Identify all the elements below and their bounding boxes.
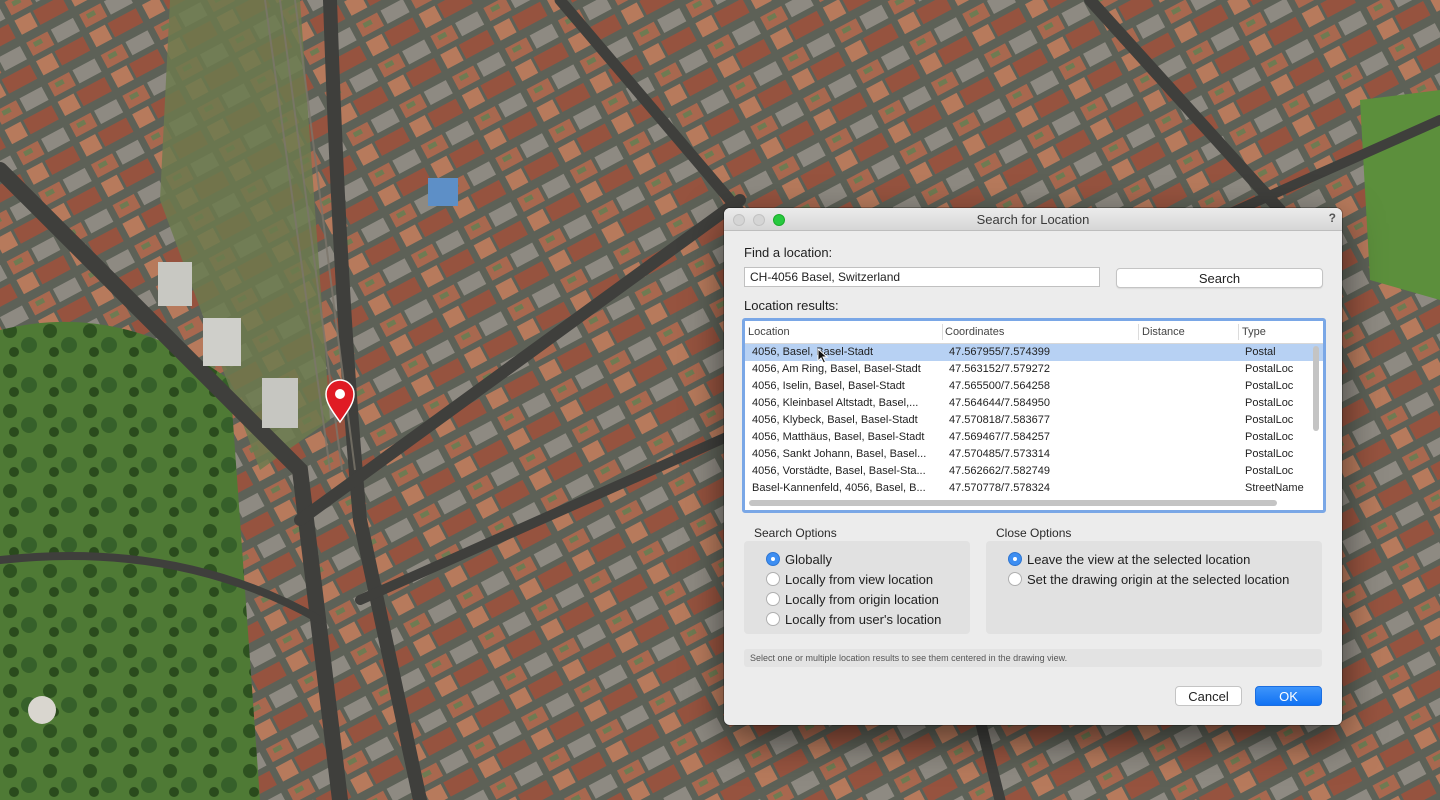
table-row[interactable]: 4056, Iselin, Basel, Basel-Stadt 47.56550… [745, 378, 1323, 395]
cell-coordinates: 47.562662/7.582749 [949, 465, 1050, 477]
cell-location: 4056, Iselin, Basel, Basel-Stadt [752, 380, 905, 392]
dialog-title: Search for Location [976, 212, 1090, 227]
cell-coordinates: 47.564644/7.584950 [949, 397, 1050, 409]
cell-coordinates: 47.563152/7.579272 [949, 363, 1050, 375]
search-options-title: Search Options [754, 526, 837, 540]
radio-indicator[interactable] [766, 612, 780, 626]
search-for-location-dialog: Search for Location ? Find a location: S… [724, 208, 1342, 725]
cell-coordinates: 47.570778/7.578324 [949, 482, 1050, 494]
location-results-label: Location results: [744, 298, 839, 313]
table-row[interactable]: 4056, Sankt Johann, Basel, Basel... 47.57… [745, 446, 1323, 463]
cell-type: Postal [1245, 346, 1276, 358]
cell-coordinates: 47.569467/7.584257 [949, 431, 1050, 443]
help-icon[interactable]: ? [1329, 211, 1336, 225]
radio-indicator[interactable] [766, 592, 780, 606]
radio-indicator[interactable] [766, 552, 780, 566]
cancel-button[interactable]: Cancel [1175, 686, 1242, 706]
horizontal-scrollbar[interactable] [749, 500, 1277, 506]
location-search-input[interactable] [744, 267, 1100, 287]
close-options-title: Close Options [996, 526, 1072, 540]
option-label: Locally from origin location [785, 592, 939, 607]
hint-text: Select one or multiple location results … [744, 649, 1322, 667]
cell-location: Basel-Kannenfeld, 4056, Basel, B... [752, 482, 926, 494]
location-results-table[interactable]: Location Coordinates Distance Type 4056,… [742, 318, 1326, 513]
table-row[interactable]: 4056, Am Ring, Basel, Basel-Stadt 47.5631… [745, 361, 1323, 378]
cell-type: StreetName [1245, 482, 1304, 494]
column-header-coordinates[interactable]: Coordinates [945, 326, 1004, 338]
search-button[interactable]: Search [1116, 268, 1323, 288]
option-label: Locally from user's location [785, 612, 942, 627]
cell-type: PostalLoc [1245, 380, 1294, 392]
cell-location: 4056, Am Ring, Basel, Basel-Stadt [752, 363, 921, 375]
radio-indicator[interactable] [1008, 552, 1022, 566]
cell-coordinates: 47.565500/7.564258 [949, 380, 1050, 392]
mouse-pointer-icon [817, 348, 829, 364]
option-label: Leave the view at the selected location [1027, 552, 1251, 567]
find-location-label: Find a location: [744, 245, 833, 260]
cell-type: PostalLoc [1245, 465, 1294, 477]
cell-location: 4056, Kleinbasel Altstadt, Basel,... [752, 397, 919, 409]
option-label: Set the drawing origin at the selected l… [1027, 572, 1290, 587]
results-table-body: 4056, Basel, Basel-Stadt 47.567955/7.5743… [745, 344, 1323, 497]
dialog-titlebar[interactable]: Search for Location ? [724, 208, 1342, 231]
radio-indicator[interactable] [766, 572, 780, 586]
cell-location: 4056, Vorstädte, Basel, Basel-Sta... [752, 465, 926, 477]
results-table-header: Location Coordinates Distance Type [745, 321, 1323, 344]
option-label: Locally from view location [785, 572, 934, 587]
cell-coordinates: 47.570818/7.583677 [949, 414, 1050, 426]
table-row[interactable]: 4056, Matthäus, Basel, Basel-Stadt 47.569… [745, 429, 1323, 446]
cell-location: 4056, Sankt Johann, Basel, Basel... [752, 448, 927, 460]
radio-indicator[interactable] [1008, 572, 1022, 586]
table-row[interactable]: Basel-Kannenfeld, 4056, Basel, B... 47.57… [745, 480, 1323, 497]
cell-location: 4056, Basel, Basel-Stadt [752, 346, 874, 358]
cell-type: PostalLoc [1245, 448, 1294, 460]
vertical-scrollbar[interactable] [1313, 346, 1319, 431]
column-header-type[interactable]: Type [1242, 326, 1266, 338]
ok-button[interactable]: OK [1255, 686, 1322, 706]
table-row[interactable]: 4056, Kleinbasel Altstadt, Basel,... 47.5… [745, 395, 1323, 412]
cell-type: PostalLoc [1245, 397, 1294, 409]
option-label: Globally [785, 552, 832, 567]
table-row[interactable]: 4056, Klybeck, Basel, Basel-Stadt 47.5708… [745, 412, 1323, 429]
table-row[interactable]: 4056, Basel, Basel-Stadt 47.567955/7.5743… [745, 344, 1323, 361]
cell-coordinates: 47.567955/7.574399 [949, 346, 1050, 358]
column-header-location[interactable]: Location [748, 326, 790, 338]
cell-type: PostalLoc [1245, 414, 1294, 426]
cell-type: PostalLoc [1245, 363, 1294, 375]
cell-location: 4056, Matthäus, Basel, Basel-Stadt [752, 431, 925, 443]
cell-type: PostalLoc [1245, 431, 1294, 443]
table-row[interactable]: 4056, Vorstädte, Basel, Basel-Sta... 47.5… [745, 463, 1323, 480]
column-header-distance[interactable]: Distance [1142, 326, 1185, 338]
cell-location: 4056, Klybeck, Basel, Basel-Stadt [752, 414, 918, 426]
cell-coordinates: 47.570485/7.573314 [949, 448, 1050, 460]
close-options-group: Leave the view at the selected location … [986, 541, 1322, 634]
search-options-group: Globally Locally from view location Loca… [744, 541, 970, 634]
